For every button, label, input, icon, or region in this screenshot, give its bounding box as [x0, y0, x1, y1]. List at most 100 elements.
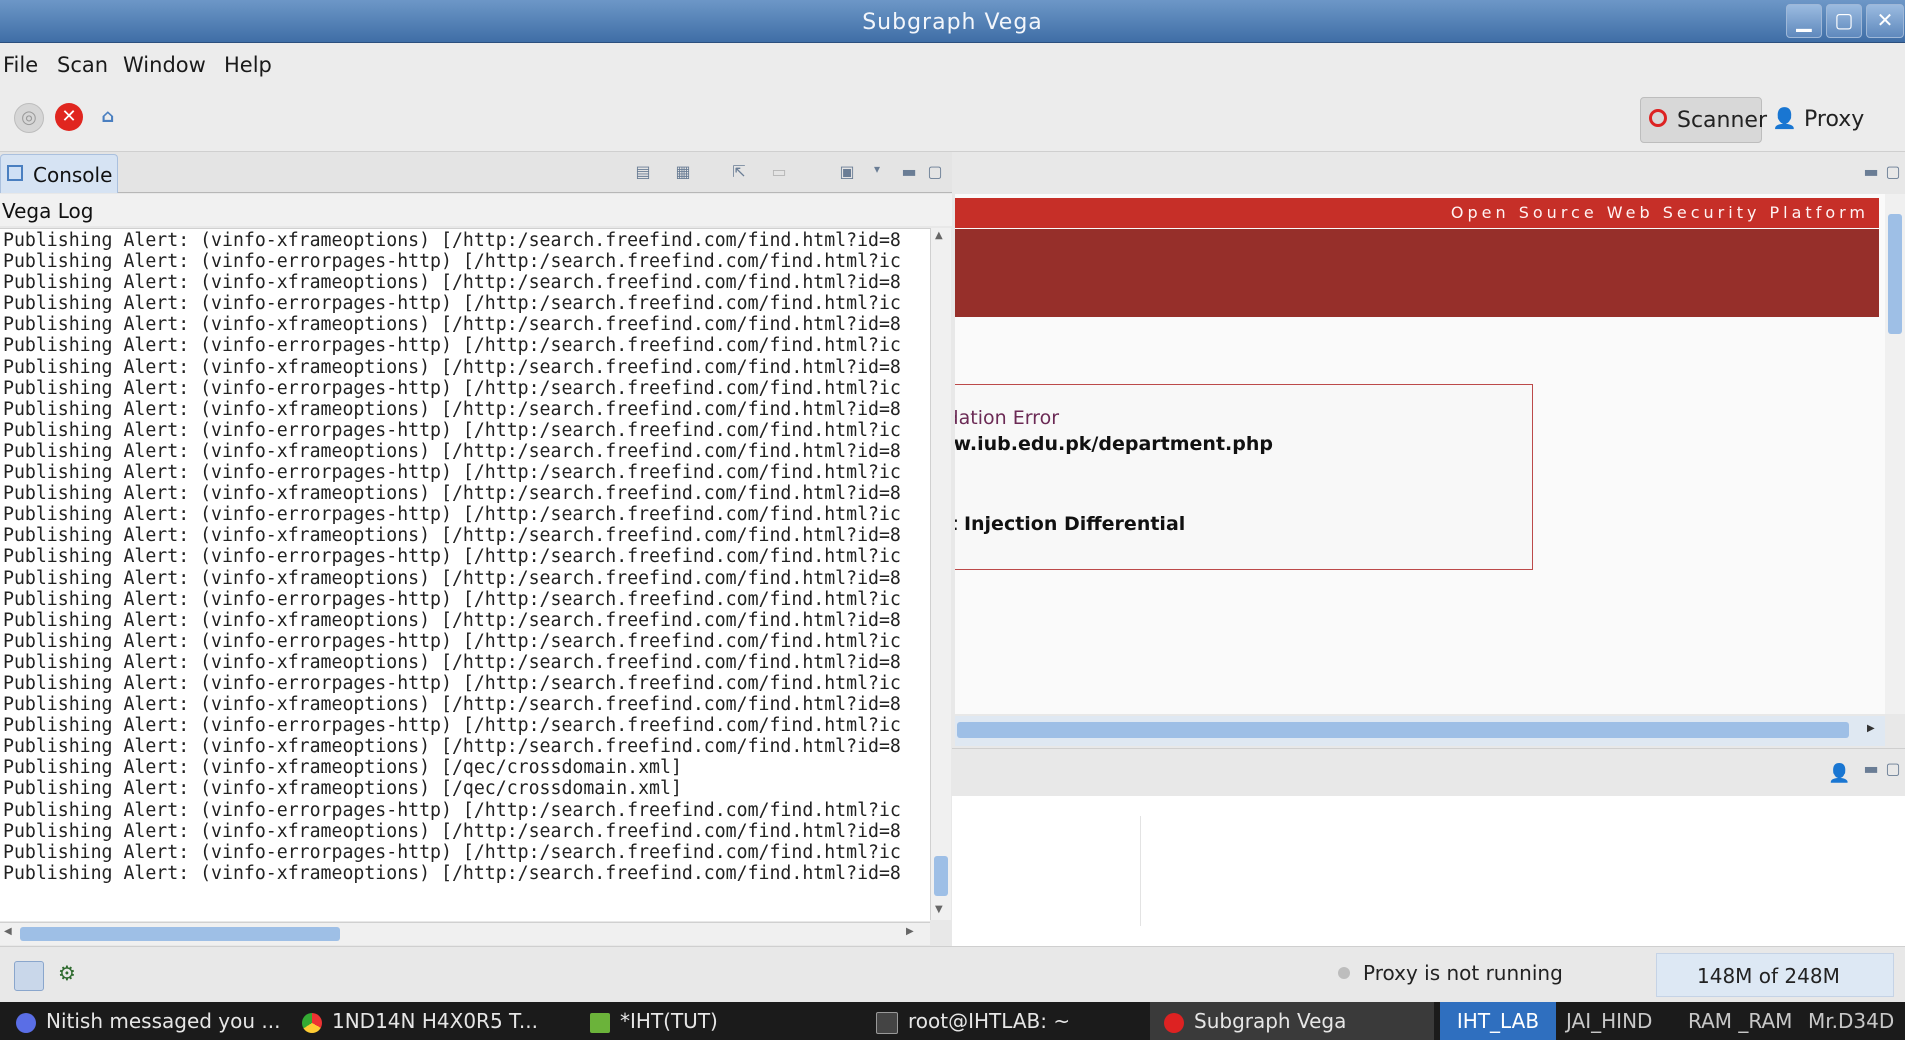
minimize-view-icon[interactable]: ▬: [1860, 759, 1882, 779]
taskbar-item-browser[interactable]: 1ND14N H4X0R5 T...: [302, 1002, 538, 1040]
scanner-perspective-button[interactable]: Scanner: [1640, 97, 1767, 143]
scroll-down-icon[interactable]: ▼: [935, 904, 943, 915]
alert-summary-box: lidation Error ww.iub.edu.pk/department.…: [955, 384, 1533, 570]
browser-vertical-scrollbar[interactable]: [1885, 194, 1905, 714]
taskbar-item-vega[interactable]: Subgraph Vega: [1150, 1002, 1434, 1040]
window-title: Subgraph Vega: [862, 10, 1043, 35]
alert-browser-view[interactable]: Open Source Web Security Platform lidati…: [955, 194, 1885, 714]
chevron-down-icon[interactable]: ▾: [866, 162, 888, 182]
log-line: Publishing Alert: (vinfo-xframeoptions) …: [3, 651, 901, 673]
proxy-icon: 👤: [1772, 106, 1797, 130]
vega-banner: [955, 229, 1879, 317]
main-toolbar: ◎ ✕ ⌂ Scanner 👤 Proxy: [0, 85, 1905, 152]
taskbar-label: Subgraph Vega: [1194, 1009, 1347, 1033]
console-icon: [7, 165, 23, 181]
display-selected-icon[interactable]: ▭: [768, 162, 790, 182]
console-log[interactable]: Publishing Alert: (vinfo-xframeoptions) …: [0, 228, 930, 921]
vega-icon: [1164, 1012, 1184, 1033]
alert-title: lidation Error: [955, 407, 1060, 429]
pin-console-icon[interactable]: ⇱: [728, 162, 750, 182]
memory-indicator[interactable]: 148M of 248M: [1656, 953, 1894, 997]
scroll-right-icon[interactable]: ▶: [906, 926, 914, 937]
console-hscroll-thumb[interactable]: [20, 927, 340, 941]
console-tab-bar: Console ▤ ▦ ⇱ ▭ ▣ ▾ ▬ ▢: [0, 152, 952, 193]
scroll-up-icon[interactable]: ▲: [935, 230, 943, 241]
log-line: Publishing Alert: (vinfo-xframeoptions) …: [3, 440, 901, 462]
console-horizontal-scrollbar[interactable]: ◀ ▶: [0, 922, 930, 945]
user-icon[interactable]: 👤: [1828, 763, 1850, 784]
target-icon: [1649, 109, 1667, 127]
browser-horizontal-scrollbar[interactable]: ▶: [955, 716, 1885, 746]
browser-hscroll-thumb[interactable]: [957, 722, 1849, 738]
start-scan-icon[interactable]: ◎: [14, 103, 44, 133]
scroll-left-icon[interactable]: ◀: [4, 926, 12, 937]
console-vertical-scrollbar[interactable]: ▲ ▼: [930, 228, 951, 920]
log-line: Publishing Alert: (vinfo-errorpages-http…: [3, 630, 901, 652]
scroll-right-icon[interactable]: ▶: [1867, 723, 1875, 734]
log-line: Publishing Alert: (vinfo-xframeoptions) …: [3, 567, 901, 589]
scroll-lock-icon[interactable]: ▦: [672, 162, 694, 182]
maximize-button[interactable]: ▢: [1826, 4, 1862, 38]
log-line: Publishing Alert: (vinfo-xframeoptions) …: [3, 483, 901, 505]
log-line: Publishing Alert: (vinfo-errorpages-http…: [3, 462, 901, 484]
minimize-view-icon[interactable]: ▬: [898, 162, 920, 182]
console-vscroll-thumb[interactable]: [934, 856, 948, 896]
proxy-label: Proxy: [1804, 107, 1865, 132]
taskbar-item-editor[interactable]: *IHT(TUT): [590, 1002, 718, 1040]
workspace-1[interactable]: IHT_LAB: [1440, 1002, 1556, 1040]
log-line: Publishing Alert: (vinfo-errorpages-http…: [3, 335, 901, 357]
workspace-3[interactable]: RAM _RAM: [1688, 1002, 1792, 1040]
log-line: Publishing Alert: (vinfo-errorpages-http…: [3, 672, 901, 694]
maximize-view-icon[interactable]: ▢: [924, 162, 946, 182]
browser-vscroll-thumb[interactable]: [1888, 214, 1902, 334]
taskbar-item-messages[interactable]: Nitish messaged you ...: [16, 1002, 280, 1040]
log-line: Publishing Alert: (vinfo-errorpages-http…: [3, 419, 901, 441]
maximize-view-icon[interactable]: ▢: [1882, 162, 1904, 182]
right-panel-toolbar: ▬ ▢: [952, 152, 1905, 192]
log-line: Publishing Alert: (vinfo-xframeoptions) …: [3, 272, 901, 294]
taskbar-item-terminal[interactable]: root@IHTLAB: ~: [876, 1002, 1070, 1040]
terminal-icon: [876, 1011, 898, 1034]
workspace-4[interactable]: Mr.D34D: [1808, 1002, 1894, 1040]
minimize-view-icon[interactable]: ▬: [1860, 162, 1882, 182]
banner-tagline: Open Source Web Security Platform: [1450, 203, 1869, 222]
memory-text: 148M of 248M: [1697, 964, 1840, 988]
close-window-button[interactable]: ✕: [1866, 4, 1904, 38]
log-line: Publishing Alert: (vinfo-xframeoptions) …: [3, 525, 901, 547]
alert-check-name: xt Injection Differential: [955, 513, 1186, 535]
perspective-icon[interactable]: ⚙: [58, 961, 76, 985]
menu-file[interactable]: File: [3, 53, 38, 77]
log-line: Publishing Alert: (vinfo-errorpages-http…: [3, 293, 901, 315]
taskbar-label: Nitish messaged you ...: [46, 1009, 281, 1033]
minimize-button[interactable]: ▁: [1786, 4, 1822, 38]
taskbar: Nitish messaged you ... 1ND14N H4X0R5 T.…: [0, 1002, 1905, 1040]
alert-url[interactable]: ww.iub.edu.pk/department.php: [955, 433, 1273, 455]
network-icon[interactable]: ⌂: [94, 103, 122, 131]
maximize-view-icon[interactable]: ▢: [1882, 759, 1904, 779]
log-line: Publishing Alert: (vinfo-xframeoptions) …: [3, 757, 682, 779]
stop-scan-icon[interactable]: ✕: [55, 103, 83, 131]
proxy-status-text: Proxy is not running: [1363, 961, 1563, 985]
menu-help[interactable]: Help: [224, 53, 272, 77]
menu-window[interactable]: Window: [123, 53, 206, 77]
title-bar: Subgraph Vega ▁ ▢ ✕: [0, 0, 1905, 43]
log-line: Publishing Alert: (vinfo-errorpages-http…: [3, 504, 901, 526]
log-line: Publishing Alert: (vinfo-errorpages-http…: [3, 251, 901, 273]
log-line: Publishing Alert: (vinfo-errorpages-http…: [3, 588, 901, 610]
proxy-perspective-button[interactable]: 👤 Proxy: [1768, 97, 1878, 141]
menu-bar: File Scan Window Help: [0, 43, 1905, 85]
tab-console[interactable]: Console: [0, 154, 118, 193]
log-line: Publishing Alert: (vinfo-xframeoptions) …: [3, 778, 682, 800]
log-lines: Publishing Alert: (vinfo-xframeoptions) …: [3, 230, 901, 884]
log-line: Publishing Alert: (vinfo-xframeoptions) …: [3, 314, 901, 336]
editor-icon: [590, 1012, 610, 1033]
proxy-status-dot: [1338, 967, 1350, 979]
log-line: Publishing Alert: (vinfo-xframeoptions) …: [3, 609, 901, 631]
open-console-icon[interactable]: ▣: [836, 162, 858, 182]
fast-view-icon[interactable]: [14, 961, 44, 991]
log-line: Publishing Alert: (vinfo-xframeoptions) …: [3, 398, 901, 420]
console-tab-label: Console: [33, 163, 113, 187]
workspace-2[interactable]: JAI_HIND: [1566, 1002, 1652, 1040]
clear-console-icon[interactable]: ▤: [632, 162, 654, 182]
menu-scan[interactable]: Scan: [57, 53, 108, 77]
